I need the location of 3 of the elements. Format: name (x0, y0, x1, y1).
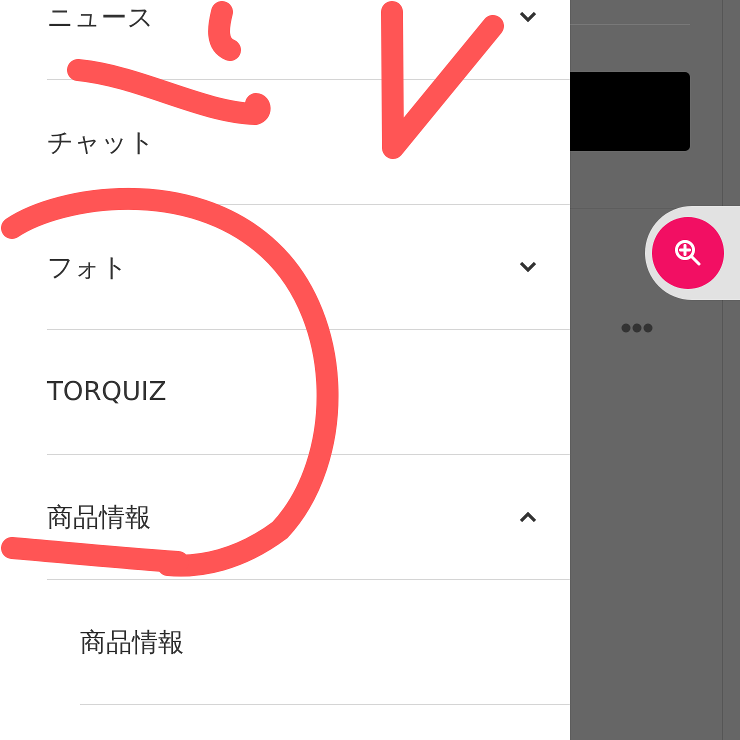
zoom-in-icon (673, 238, 703, 268)
zoom-in-button[interactable] (652, 217, 724, 289)
more-icon[interactable] (621, 323, 653, 333)
